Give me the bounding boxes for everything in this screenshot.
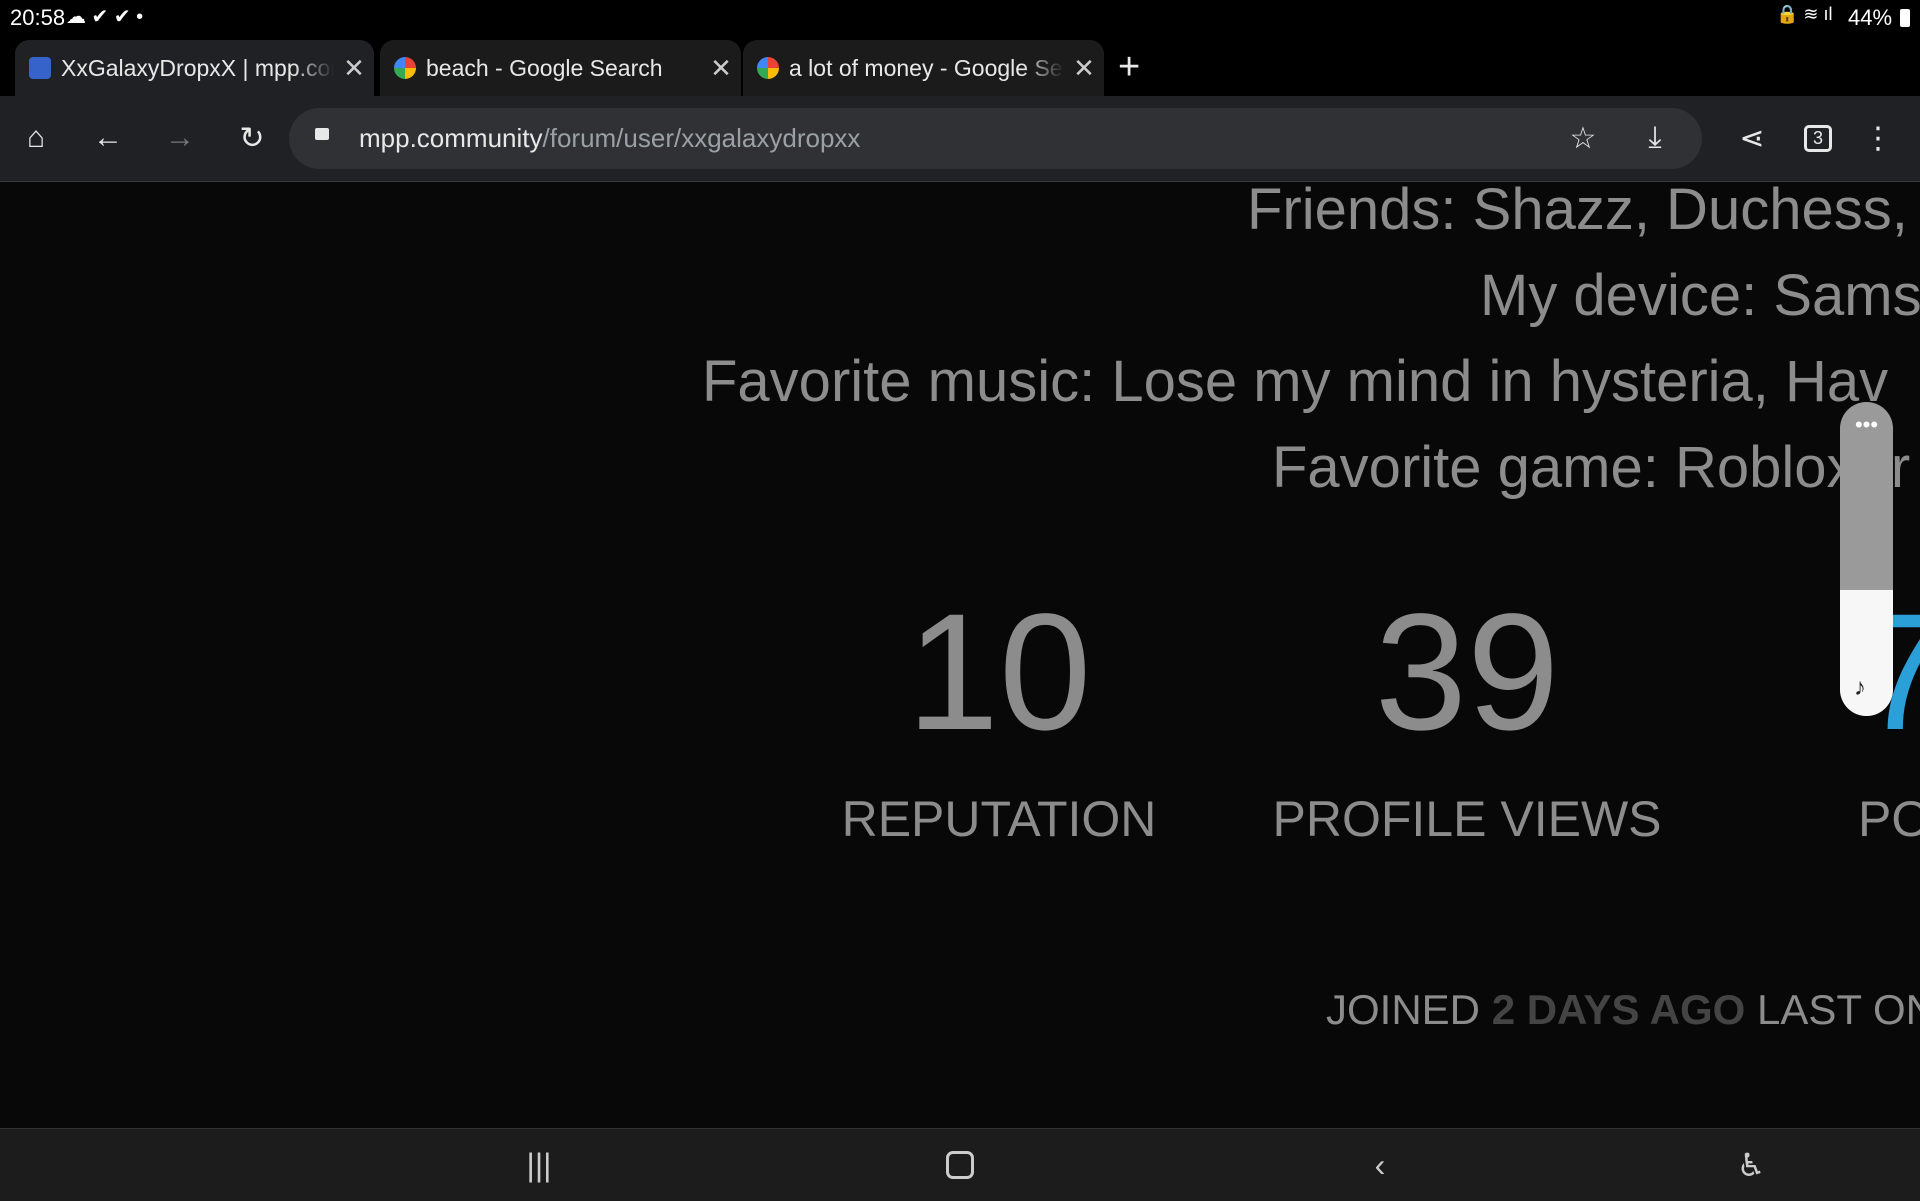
accessibility-icon[interactable]: ♿︎: [1729, 1143, 1773, 1187]
stat-posts-label: PO: [1858, 791, 1920, 847]
status-bar: 20:58 ☁ ✔ ✔ • 🔒 ≋ ıl 44%: [0, 0, 1920, 36]
tab-title: XxGalaxyDropxX | mpp.community: [61, 54, 334, 81]
more-options-icon[interactable]: •••: [1840, 412, 1893, 438]
forward-icon[interactable]: →: [160, 118, 200, 158]
lock-icon: [315, 128, 329, 140]
bookmark-star-icon[interactable]: ☆: [1563, 118, 1603, 158]
status-notification-icons: ☁ ✔ ✔ •: [66, 6, 144, 28]
profile-friends: Friends: Shazz, Duchess,: [1247, 177, 1908, 242]
status-system-icons: 🔒 ≋ ıl: [1776, 4, 1833, 24]
battery-text: 44%: [1848, 5, 1893, 30]
home-icon[interactable]: ⌂: [16, 118, 56, 158]
back-icon[interactable]: ←: [88, 118, 128, 158]
url-path: /forum/user/xxgalaxydropxx: [542, 123, 861, 153]
close-tab-icon[interactable]: ✕: [1064, 53, 1104, 84]
back-nav-icon[interactable]: ‹: [1358, 1143, 1402, 1187]
close-tab-icon[interactable]: ✕: [701, 53, 741, 84]
share-icon[interactable]: ⋖: [1732, 118, 1772, 158]
joined-label: JOINED: [1326, 986, 1481, 1033]
joined-value: 2 DAYS AGO: [1491, 986, 1746, 1033]
profile-music: Favorite music: Lose my mind in hysteria…: [702, 349, 1889, 414]
tab-count: 3: [1803, 124, 1832, 152]
tab-title: beach - Google Search: [426, 54, 663, 81]
joined-info: JOINED 2 DAYS AGO LAST ONL: [1326, 986, 1920, 1034]
stat-profile-views-value: 39: [1374, 580, 1560, 765]
stat-reputation-label: REPUTATION: [841, 791, 1157, 847]
last-online-label: LAST ONL: [1757, 986, 1920, 1033]
tab-switcher-button[interactable]: 3: [1798, 118, 1838, 158]
tab-title: a lot of money - Google Search: [789, 54, 1064, 81]
navigation-bar: ||| ‹ ♿︎: [0, 1128, 1920, 1201]
volume-slider[interactable]: ••• ♪: [1840, 402, 1893, 716]
download-icon[interactable]: ⤓: [1635, 118, 1675, 158]
reload-icon[interactable]: ↻: [232, 118, 272, 158]
profile-game: Favorite game: Roblox (r: [1272, 435, 1911, 500]
volume-fill: [1840, 590, 1893, 716]
home-nav-icon[interactable]: [938, 1143, 982, 1187]
stat-profile-views-label: PROFILE VIEWS: [1272, 791, 1662, 847]
menu-icon[interactable]: ⋮: [1858, 118, 1898, 158]
tab-beach[interactable]: beach - Google Search ✕: [380, 40, 741, 96]
mpp-favicon-icon: [29, 57, 51, 79]
tab-a-lot-of-money[interactable]: a lot of money - Google Search ✕: [743, 40, 1104, 96]
stat-reputation-value: 10: [906, 580, 1092, 765]
battery-icon: [1900, 9, 1910, 27]
google-favicon-icon: [394, 57, 416, 79]
clock: 20:58: [10, 5, 66, 30]
music-volume-icon: ♪: [1854, 674, 1866, 701]
google-favicon-icon: [757, 57, 779, 79]
close-tab-icon[interactable]: ✕: [334, 53, 374, 84]
recent-apps-icon[interactable]: |||: [517, 1143, 561, 1187]
new-tab-button[interactable]: +: [1118, 46, 1140, 89]
profile-device: My device: Sams: [1480, 263, 1920, 328]
url-host: mpp.community: [359, 123, 543, 153]
address-bar[interactable]: mpp.community/forum/user/xxgalaxydropxx …: [289, 108, 1702, 169]
browser-toolbar: ⌂ ← → ↻ mpp.community/forum/user/xxgalax…: [0, 96, 1920, 182]
tab-strip: XxGalaxyDropxX | mpp.community ✕ beach -…: [0, 36, 1920, 96]
tab-xxgalaxydropxx[interactable]: XxGalaxyDropxX | mpp.community ✕: [15, 40, 374, 96]
